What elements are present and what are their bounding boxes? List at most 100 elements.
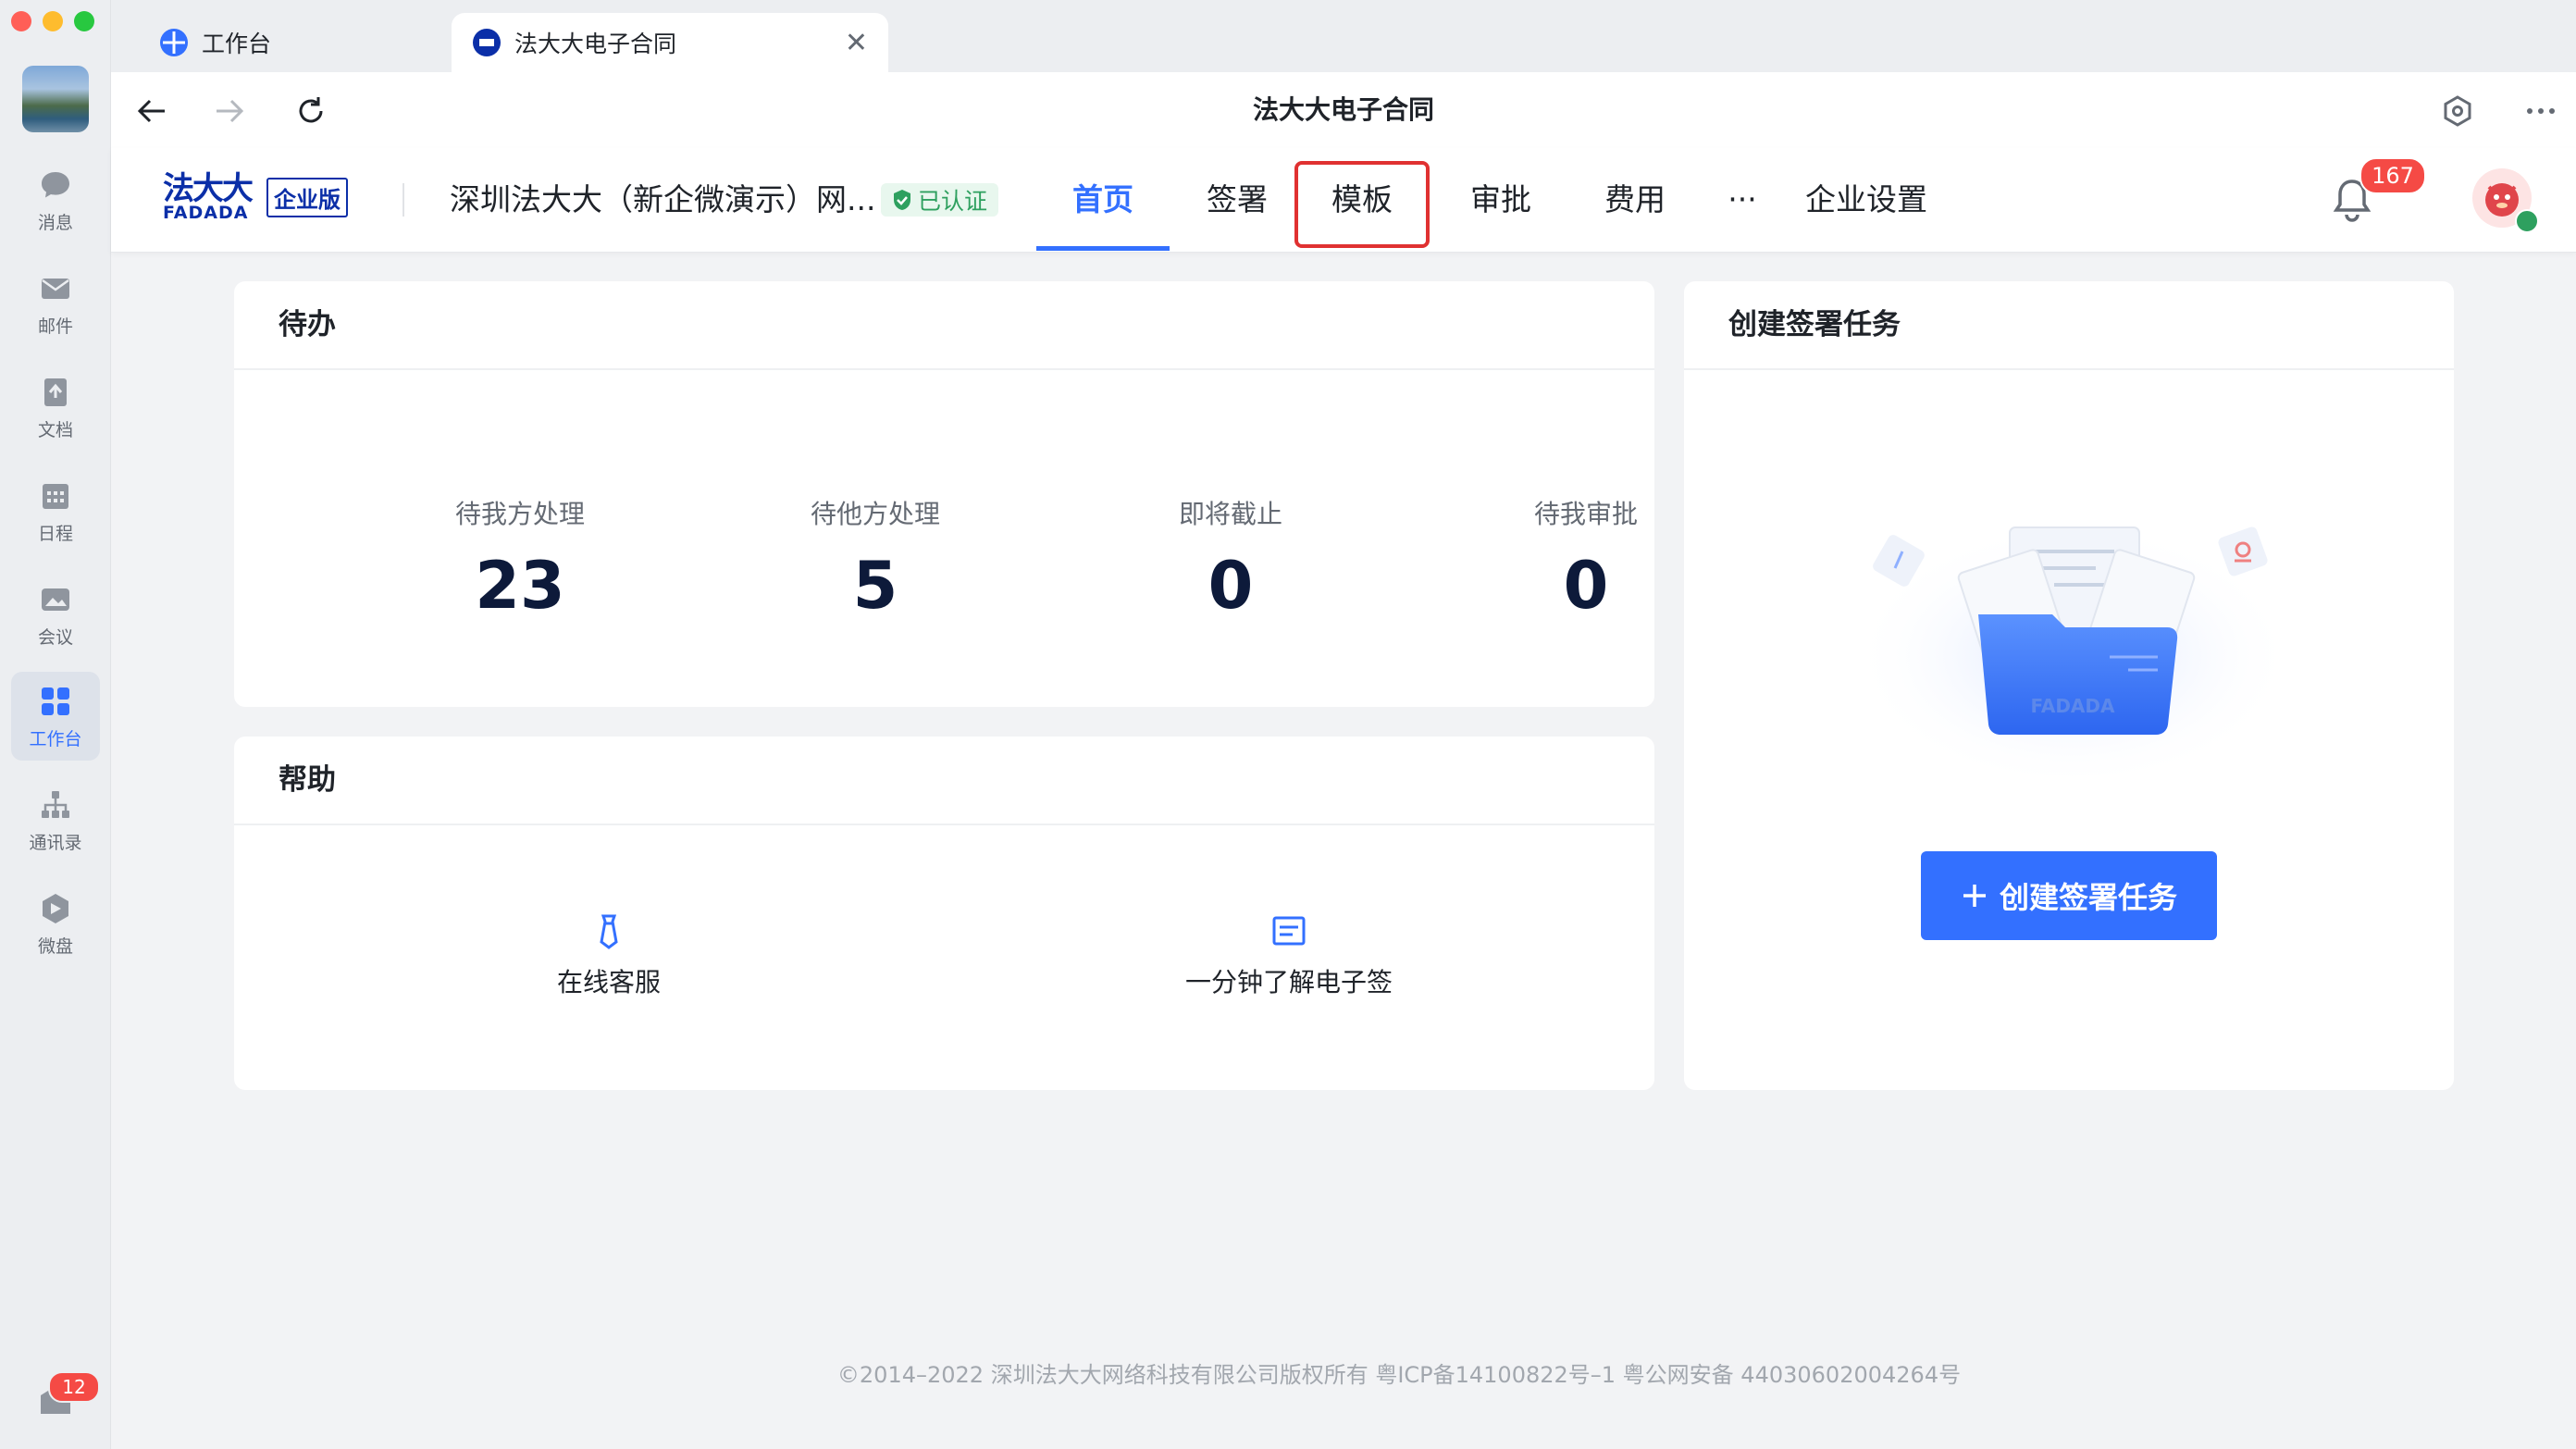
stat-label: 待他方处理 — [810, 499, 940, 529]
edition-badge: 企业版 — [266, 178, 348, 217]
left-rail: 消息 邮件 文档 日程 会议 工作台 通讯录 微盘 12 — [0, 0, 111, 1449]
hexagon-settings-icon — [2444, 95, 2471, 127]
highlight-box — [1294, 161, 1430, 248]
logo-en: FADADA — [163, 203, 249, 223]
logo-cn: 法大大 — [163, 170, 254, 207]
rail-item-workspace[interactable]: 工作台 — [11, 672, 100, 761]
copyright-footer: ©2014–2022 深圳法大大网络科技有限公司版权所有 粤ICP备141008… — [836, 1362, 1962, 1388]
rail-item-label: 日程 — [37, 523, 73, 544]
create-sign-card: 创建签署任务 FADADA 创建签署任务 — [1684, 281, 2454, 1090]
document-icon — [44, 378, 67, 406]
tab-label: 法大大电子合同 — [514, 31, 677, 57]
verified-badge: 已认证 — [881, 183, 999, 217]
header-divider — [402, 183, 404, 217]
reload-icon — [299, 97, 323, 123]
minimize-window-button[interactable] — [43, 11, 63, 31]
stat-pending-approval[interactable]: 待我审批 0 — [1447, 494, 1725, 624]
tab-bar: 工作台 法大大电子合同 ✕ — [111, 0, 2576, 72]
avatar[interactable] — [22, 66, 89, 132]
todo-card: 待办 待我方处理 23 待他方处理 5 即将截止 0 待我审批 0 — [234, 281, 1654, 707]
guide-doc-icon — [1272, 916, 1306, 946]
rail-item-mail[interactable]: 邮件 — [11, 259, 100, 348]
plus-icon — [1963, 885, 1986, 907]
more-dots-icon — [2527, 108, 2555, 114]
arrow-right-icon — [217, 99, 244, 123]
rail-item-label: 邮件 — [37, 316, 73, 337]
stat-value: 5 — [852, 548, 898, 624]
tab-label: 工作台 — [202, 31, 272, 57]
help-card: 帮助 在线客服 一分钟了解电子签 — [234, 737, 1654, 1090]
stat-value: 0 — [1563, 548, 1609, 624]
create-button-label: 创建签署任务 — [1999, 880, 2177, 915]
arrow-left-icon — [137, 99, 165, 123]
company-name[interactable]: 深圳法大大（新企微演示）网... — [450, 148, 875, 252]
fadada-logo[interactable]: 法大大 FADADA 企业版 — [163, 173, 348, 222]
rail-item-drive[interactable]: 微盘 — [11, 879, 100, 968]
org-chart-icon — [42, 790, 69, 818]
rail-item-label: 通讯录 — [29, 832, 82, 853]
customer-service-icon — [600, 914, 618, 949]
tab-fadada-contract[interactable]: 法大大电子合同 ✕ — [452, 13, 888, 72]
workspace-grid-icon — [42, 687, 69, 715]
create-title: 创建签署任务 — [1684, 281, 2454, 370]
rail-item-meeting[interactable]: 会议 — [11, 570, 100, 659]
rail-item-docs[interactable]: 文档 — [11, 363, 100, 452]
stat-pending-mine[interactable]: 待我方处理 23 — [381, 494, 659, 624]
stat-value: 23 — [475, 548, 565, 624]
stat-pending-others[interactable]: 待他方处理 5 — [737, 494, 1014, 624]
rail-item-calendar[interactable]: 日程 — [11, 466, 100, 555]
close-window-button[interactable] — [11, 11, 31, 31]
calendar-icon — [43, 483, 68, 509]
close-tab-icon[interactable]: ✕ — [845, 27, 868, 59]
shield-check-icon — [894, 190, 910, 210]
notification-count-badge: 167 — [2359, 157, 2426, 194]
browser-toolbar: 法大大电子合同 — [111, 72, 2576, 149]
page-title: 法大大电子合同 — [1252, 94, 1434, 125]
nav-active-indicator — [1036, 246, 1170, 251]
nav-fees[interactable]: 费用 — [1578, 148, 1692, 252]
create-sign-task-button[interactable]: 创建签署任务 — [1921, 851, 2217, 940]
nav-more[interactable]: ··· — [1701, 148, 1784, 252]
stat-value: 0 — [1208, 548, 1254, 624]
stat-label: 待我审批 — [1533, 499, 1638, 529]
tab-workspace[interactable]: 工作台 — [139, 13, 453, 72]
illustration-watermark: FADADA — [2030, 695, 2115, 717]
rail-item-label: 工作台 — [29, 728, 82, 749]
fadada-tab-icon — [473, 29, 501, 56]
stat-label: 待我方处理 — [454, 499, 585, 529]
nav-home[interactable]: 首页 — [1046, 148, 1160, 252]
zoom-window-button[interactable] — [74, 11, 94, 31]
rail-item-contacts[interactable]: 通讯录 — [11, 775, 100, 864]
help-online-service[interactable]: 在线客服 — [493, 912, 724, 999]
reload-button[interactable] — [291, 91, 331, 131]
help-label: 在线客服 — [556, 967, 661, 997]
rail-item-label: 消息 — [37, 212, 73, 233]
meeting-icon — [42, 588, 69, 611]
settings-button[interactable] — [2437, 91, 2478, 131]
verified-label: 已认证 — [918, 188, 988, 215]
help-intro-esign[interactable]: 一分钟了解电子签 — [1150, 912, 1428, 999]
online-status-dot — [2515, 209, 2539, 233]
rail-item-label: 文档 — [37, 419, 73, 440]
nav-approval[interactable]: 审批 — [1443, 148, 1558, 252]
nav-sign[interactable]: 签署 — [1180, 148, 1294, 252]
stat-label: 即将截止 — [1178, 499, 1282, 529]
rail-item-messages[interactable]: 消息 — [11, 155, 100, 244]
logo-mark: 法大大 FADADA — [163, 170, 254, 223]
nav-enterprise-settings[interactable]: 企业设置 — [1778, 148, 1954, 252]
more-menu-button[interactable] — [2520, 91, 2561, 131]
forward-button[interactable] — [209, 91, 250, 131]
app-header: 法大大 FADADA 企业版 深圳法大大（新企微演示）网... 已认证 首页 签… — [111, 148, 2576, 253]
rail-item-label: 微盘 — [37, 935, 73, 957]
help-label: 一分钟了解电子签 — [1184, 967, 1393, 997]
rail-item-label: 会议 — [37, 626, 73, 648]
back-button[interactable] — [131, 91, 172, 131]
cloud-drive-icon — [43, 893, 68, 923]
chat-bubble-icon — [42, 171, 69, 197]
mail-icon — [42, 278, 69, 299]
folder-illustration: FADADA — [1851, 508, 2295, 776]
stat-expiring[interactable]: 即将截止 0 — [1092, 494, 1369, 624]
todo-title: 待办 — [234, 281, 1654, 370]
workspace-tab-icon — [160, 29, 188, 56]
help-title: 帮助 — [234, 737, 1654, 825]
